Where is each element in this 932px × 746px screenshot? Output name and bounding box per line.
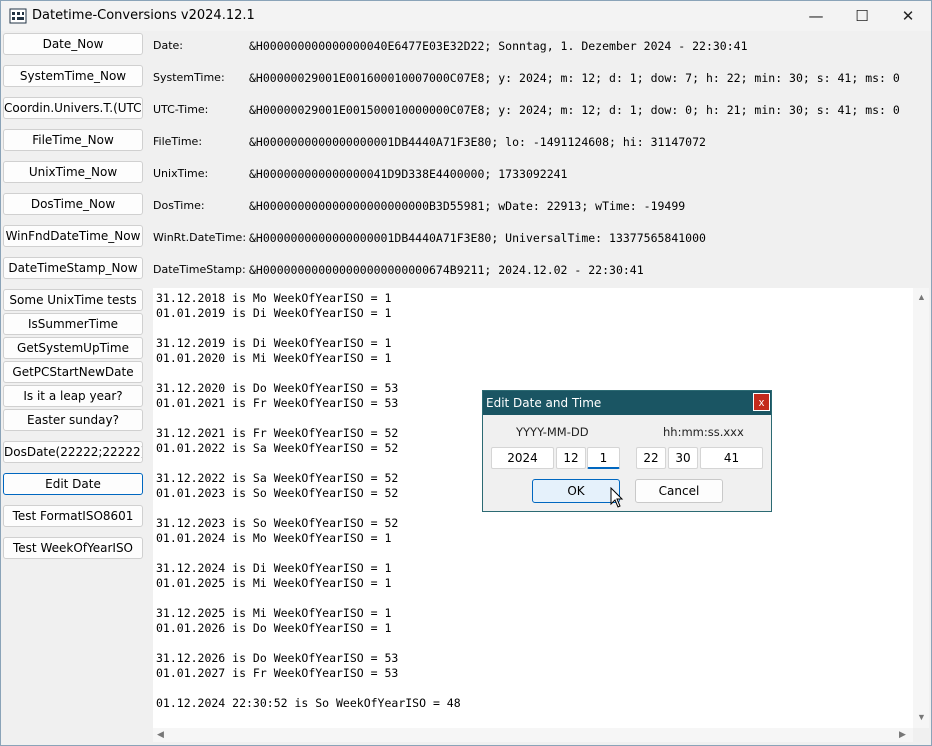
vertical-scrollbar[interactable]: ▲ ▼ [913, 288, 929, 728]
scroll-up-icon[interactable]: ▲ [917, 292, 926, 302]
output-line: 01.12.2024 22:30:52 is So WeekOfYearISO … [156, 696, 461, 710]
year-input[interactable]: 2024 [491, 447, 554, 469]
horizontal-scrollbar[interactable]: ◀ ▶ [153, 728, 913, 742]
test-weekofyeariso-button[interactable]: Test WeekOfYearISO [3, 537, 143, 559]
output-line: 01.01.2025 is Mi WeekOfYearISO = 1 [156, 576, 392, 590]
date-now-button[interactable]: Date_Now [3, 33, 143, 55]
scroll-down-icon[interactable]: ▼ [917, 712, 926, 722]
date-label: Date: [153, 39, 183, 52]
filetime-label: FileTime: [153, 135, 203, 148]
utc-time-label: UTC-Time: [153, 103, 209, 116]
dostime-value: &H000000000000000000000000B3D55981; wDat… [249, 199, 686, 213]
winrt-datetime-label: WinRt.DateTime: [153, 231, 247, 244]
mouse-cursor-icon [610, 487, 624, 508]
systemtime-value: &H00000029001E001600010007000C07E8; y: 2… [249, 71, 900, 85]
dialog-title-bar[interactable]: Edit Date and Time x [483, 391, 771, 415]
date-value: &H000000000000000040E6477E03E32D22; Sonn… [249, 39, 748, 53]
systemtime-label: SystemTime: [153, 71, 225, 84]
output-line: 01.01.2023 is So WeekOfYearISO = 52 [156, 486, 399, 500]
output-line: 31.12.2023 is So WeekOfYearISO = 52 [156, 516, 399, 530]
date-format-label: YYYY-MM-DD [516, 425, 589, 439]
datetimestamp-label: DateTimeStamp: [153, 263, 246, 276]
output-line: 31.12.2018 is Mo WeekOfYearISO = 1 [156, 291, 392, 305]
month-input[interactable]: 12 [556, 447, 586, 469]
minute-input[interactable]: 30 [668, 447, 698, 469]
output-line: 31.12.2024 is Di WeekOfYearISO = 1 [156, 561, 392, 575]
maximize-button[interactable]: ☐ [839, 1, 885, 31]
dialog-title: Edit Date and Time [486, 396, 602, 410]
output-line: 31.12.2020 is Do WeekOfYearISO = 53 [156, 381, 399, 395]
output-line: 31.12.2022 is Sa WeekOfYearISO = 52 [156, 471, 399, 485]
day-input[interactable]: 1 [587, 447, 620, 469]
window-title: Datetime-Conversions v2024.12.1 [32, 8, 255, 23]
winfnddatetime-now-button[interactable]: WinFndDateTime_Now [3, 225, 143, 247]
some-unixtime-tests-button[interactable]: Some UnixTime tests [3, 289, 143, 311]
output-line: 01.01.2024 is Mo WeekOfYearISO = 1 [156, 531, 392, 545]
systemtime-now-button[interactable]: SystemTime_Now [3, 65, 143, 87]
winrt-datetime-value: &H0000000000000000001DB4440A71F3E80; Uni… [249, 231, 706, 245]
output-line: 31.12.2021 is Fr WeekOfYearISO = 52 [156, 426, 399, 440]
edit-date-dialog: Edit Date and Time x YYYY-MM-DD hh:mm:ss… [482, 390, 772, 512]
edit-date-button[interactable]: Edit Date [3, 473, 143, 495]
output-line: 01.01.2027 is Fr WeekOfYearISO = 53 [156, 666, 399, 680]
unixtime-now-button[interactable]: UnixTime_Now [3, 161, 143, 183]
easter-sunday-button[interactable]: Easter sunday? [3, 409, 143, 431]
title-bar[interactable]: Datetime-Conversions v2024.12.1 — ☐ ✕ [1, 1, 931, 31]
dialog-close-button[interactable]: x [753, 393, 770, 411]
output-line: 01.01.2020 is Mi WeekOfYearISO = 1 [156, 351, 392, 365]
time-format-label: hh:mm:ss.xxx [663, 425, 744, 439]
ok-button[interactable]: OK [532, 479, 620, 503]
getpcstartnewdate-button[interactable]: GetPCStartNewDate [3, 361, 143, 383]
leap-year-button[interactable]: Is it a leap year? [3, 385, 143, 407]
output-line: 31.12.2026 is Do WeekOfYearISO = 53 [156, 651, 399, 665]
output-line: 31.12.2025 is Mi WeekOfYearISO = 1 [156, 606, 392, 620]
scroll-left-icon[interactable]: ◀ [157, 729, 164, 740]
utc-time-value: &H00000029001E001500010000000C07E8; y: 2… [249, 103, 900, 117]
second-input[interactable]: 41 [700, 447, 763, 469]
output-line: 01.01.2021 is Fr WeekOfYearISO = 53 [156, 396, 399, 410]
issummertime-button[interactable]: IsSummerTime [3, 313, 143, 335]
datetimestamp-now-button[interactable]: DateTimeStamp_Now [3, 257, 143, 279]
dostime-label: DosTime: [153, 199, 205, 212]
unixtime-value: &H000000000000000041D9D338E4400000; 1733… [249, 167, 568, 181]
output-line: 01.01.2019 is Di WeekOfYearISO = 1 [156, 306, 392, 320]
scroll-right-icon[interactable]: ▶ [899, 729, 906, 740]
app-icon [9, 8, 27, 24]
output-line: 31.12.2019 is Di WeekOfYearISO = 1 [156, 336, 392, 350]
dosdate-button[interactable]: DosDate(22222;22222) [3, 441, 143, 463]
unixtime-label: UnixTime: [153, 167, 209, 180]
cancel-button[interactable]: Cancel [635, 479, 723, 503]
datetimestamp-value: &H000000000000000000000000674B9211; 2024… [249, 263, 644, 277]
output-line: 01.01.2022 is Sa WeekOfYearISO = 52 [156, 441, 399, 455]
close-button[interactable]: ✕ [885, 1, 931, 31]
dostime-now-button[interactable]: DosTime_Now [3, 193, 143, 215]
filetime-now-button[interactable]: FileTime_Now [3, 129, 143, 151]
filetime-value: &H0000000000000000001DB4440A71F3E80; lo:… [249, 135, 706, 149]
hour-input[interactable]: 22 [636, 447, 666, 469]
utc-button[interactable]: Coordin.Univers.T.(UTC) [3, 97, 143, 119]
getsystemuptime-button[interactable]: GetSystemUpTime [3, 337, 143, 359]
minimize-button[interactable]: — [793, 1, 839, 31]
output-line: 01.01.2026 is Do WeekOfYearISO = 1 [156, 621, 392, 635]
test-formatiso8601-button[interactable]: Test FormatISO8601 [3, 505, 143, 527]
